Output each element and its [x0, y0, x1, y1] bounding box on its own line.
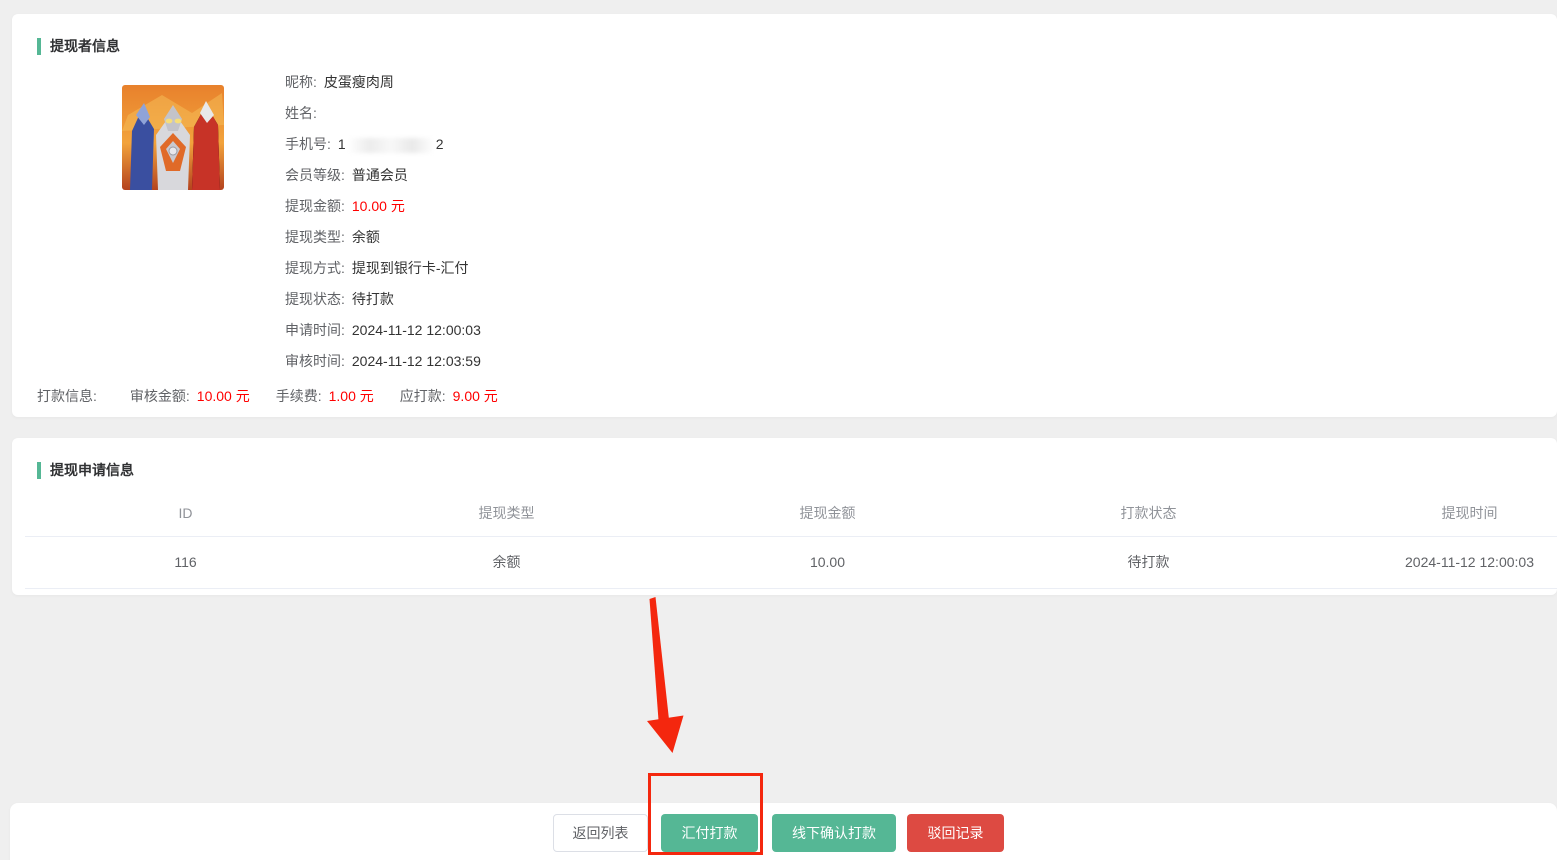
- fee-label: 手续费:: [276, 388, 322, 404]
- cell-pay-status: 待打款: [988, 537, 1309, 588]
- nickname-value: 皮蛋瘦肉周: [324, 74, 394, 90]
- withdrawer-info-card: 提现者信息: [12, 14, 1557, 417]
- column-header-pay-status: 打款状态: [988, 490, 1309, 536]
- info-row-phone: 手机号: 1 2: [285, 129, 481, 160]
- cell-time: 2024-11-12 12:00:03: [1309, 537, 1557, 588]
- phone-label: 手机号:: [285, 136, 331, 152]
- phone-suffix: 2: [436, 136, 444, 152]
- accent-bar-icon: [37, 38, 41, 55]
- section-title-text: 提现申请信息: [50, 460, 134, 480]
- red-arrow-icon: [647, 597, 684, 753]
- withdraw-amount-label: 提现金额:: [285, 198, 345, 214]
- audit-amount-label: 审核金额:: [130, 388, 190, 404]
- info-row-withdraw-status: 提现状态: 待打款: [285, 284, 481, 315]
- apply-time-value: 2024-11-12 12:00:03: [352, 322, 481, 338]
- phone-prefix: 1: [338, 136, 346, 152]
- withdraw-type-value: 余额: [352, 229, 380, 245]
- info-row-withdraw-type: 提现类型: 余额: [285, 222, 481, 253]
- table-row: 116 余额 10.00 待打款 2024-11-12 12:00:03: [25, 537, 1557, 589]
- audit-amount-value: 10.00 元: [197, 388, 250, 404]
- payable-value: 9.00 元: [453, 388, 498, 404]
- payment-info-label: 打款信息:: [37, 388, 97, 404]
- withdrawer-card-title: 提现者信息: [37, 36, 120, 56]
- cell-id: 116: [25, 537, 346, 588]
- info-row-apply-time: 申请时间: 2024-11-12 12:00:03: [285, 315, 481, 346]
- withdraw-status-label: 提现状态:: [285, 291, 345, 307]
- member-level-label: 会员等级:: [285, 167, 345, 183]
- fee-group: 手续费: 1.00 元: [276, 388, 374, 404]
- info-row-nickname: 昵称: 皮蛋瘦肉周: [285, 67, 481, 98]
- info-row-audit-time: 审核时间: 2024-11-12 12:03:59: [285, 346, 481, 377]
- withdraw-type-label: 提现类型:: [285, 229, 345, 245]
- phone-redaction-blur: [348, 138, 434, 153]
- cell-type: 余额: [346, 537, 667, 588]
- name-label: 姓名:: [285, 105, 317, 121]
- apply-card-title: 提现申请信息: [37, 460, 134, 480]
- offline-confirm-pay-button[interactable]: 线下确认打款: [772, 814, 896, 852]
- apply-time-label: 申请时间:: [285, 322, 345, 338]
- member-level-value: 普通会员: [352, 167, 408, 183]
- withdraw-method-label: 提现方式:: [285, 260, 345, 276]
- withdraw-apply-table: ID 提现类型 提现金额 打款状态 提现时间 116 余额 10.00 待打款 …: [25, 490, 1557, 589]
- audit-amount-group: 审核金额: 10.00 元: [130, 388, 250, 404]
- withdraw-amount-value: 10.00 元: [352, 198, 405, 214]
- table-header-row: ID 提现类型 提现金额 打款状态 提现时间: [25, 490, 1557, 537]
- info-row-withdraw-amount: 提现金额: 10.00 元: [285, 191, 481, 222]
- footer-action-bar: 返回列表 汇付打款 线下确认打款 驳回记录: [10, 803, 1557, 860]
- payment-info-line: 打款信息: 审核金额: 10.00 元 手续费: 1.00 元 应打款: 9.00 元: [37, 386, 498, 406]
- payable-label: 应打款:: [400, 388, 446, 404]
- back-to-list-button[interactable]: 返回列表: [553, 814, 648, 852]
- cell-amount: 10.00: [667, 537, 988, 588]
- payable-group: 应打款: 9.00 元: [400, 388, 498, 404]
- audit-time-label: 审核时间:: [285, 353, 345, 369]
- withdraw-status-value: 待打款: [352, 291, 394, 307]
- column-header-id: ID: [25, 490, 346, 536]
- withdrawer-info-rows: 昵称: 皮蛋瘦肉周 姓名: 手机号: 1 2 会员等级: 普通会员 提现金额: 10.00…: [285, 67, 481, 377]
- accent-bar-icon: [37, 462, 41, 479]
- section-title-text: 提现者信息: [50, 36, 120, 56]
- nickname-label: 昵称:: [285, 74, 317, 90]
- column-header-amount: 提现金额: [667, 490, 988, 536]
- audit-time-value: 2024-11-12 12:03:59: [352, 353, 481, 369]
- info-row-withdraw-method: 提现方式: 提现到银行卡-汇付: [285, 253, 481, 284]
- info-row-member-level: 会员等级: 普通会员: [285, 160, 481, 191]
- avatar: [122, 85, 224, 190]
- column-header-type: 提现类型: [346, 490, 667, 536]
- column-header-time: 提现时间: [1309, 490, 1557, 536]
- fee-value: 1.00 元: [329, 388, 374, 404]
- withdraw-method-value: 提现到银行卡-汇付: [352, 260, 469, 276]
- withdraw-apply-card: 提现申请信息 ID 提现类型 提现金额 打款状态 提现时间 116 余额 10.…: [12, 438, 1557, 595]
- reject-record-button[interactable]: 驳回记录: [907, 814, 1004, 852]
- huifu-pay-button[interactable]: 汇付打款: [661, 814, 758, 852]
- info-row-name: 姓名:: [285, 98, 481, 129]
